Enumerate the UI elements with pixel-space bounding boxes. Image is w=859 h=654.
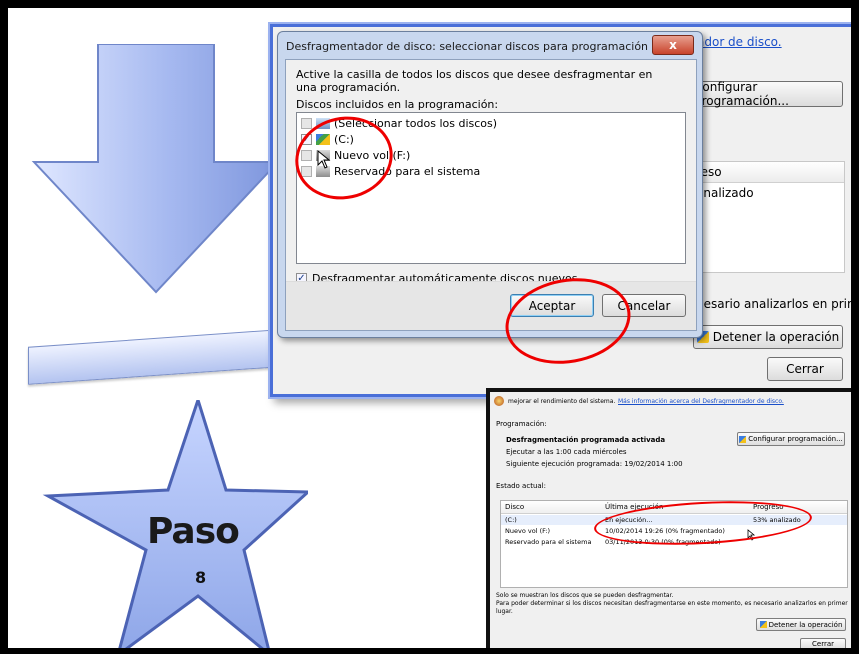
defrag-app-icon xyxy=(494,396,504,408)
schedule-next: Siguiente ejecución programada: 19/02/20… xyxy=(506,460,683,468)
note-line-3: lugar. xyxy=(496,608,513,615)
dialog-instruction: Active la casilla de todos los discos qu… xyxy=(296,68,653,94)
close-icon[interactable]: x xyxy=(652,35,694,55)
down-arrow-graphic xyxy=(31,44,281,294)
disk-list-label: Discos incluidos en la programación: xyxy=(296,98,499,111)
slide-canvas: Paso 8 ador de disco. Configurar program… xyxy=(8,8,851,648)
disk-table: reso analizado xyxy=(693,161,845,273)
schedule-heading: Programación: xyxy=(496,420,547,428)
configure-schedule-button[interactable]: Configurar programación... xyxy=(693,80,843,108)
step-label: Paso xyxy=(147,511,240,552)
configure-schedule-button[interactable]: Configurar programación... xyxy=(737,432,845,446)
disk-cell: (C:) xyxy=(505,516,517,524)
checkbox-select-all[interactable] xyxy=(301,118,312,129)
more-info-link[interactable]: Más información acerca del Desfragmentad… xyxy=(618,398,784,405)
disk-cell: Nuevo vol (F:) xyxy=(505,527,551,535)
close-button[interactable]: Cerrar xyxy=(767,357,843,381)
progress-column-header[interactable]: reso xyxy=(694,162,844,183)
configure-label: Configurar programación... xyxy=(748,435,843,443)
top-screenshot: ador de disco. Configurar programación..… xyxy=(270,24,851,397)
dialog-footer: Aceptar Cancelar xyxy=(286,281,696,330)
info-link[interactable]: ador de disco. xyxy=(697,35,782,49)
close-button[interactable]: Cerrar xyxy=(800,638,846,648)
note-line-1: Solo se muestran los discos que se puede… xyxy=(496,592,674,599)
progress-cell: analizado xyxy=(696,186,754,200)
state-heading: Estado actual: xyxy=(496,482,546,490)
disk-cell: Reservado para el sistema xyxy=(505,538,592,546)
shadow-bar-graphic xyxy=(28,329,280,385)
column-disk[interactable]: Disco xyxy=(505,501,524,513)
bottom-screenshot: mejorar el rendimiento del sistema. Más … xyxy=(486,388,851,648)
dialog-title: Desfragmentador de disco: seleccionar di… xyxy=(286,40,649,53)
stop-label: Detener la operación xyxy=(768,620,843,629)
note-line-2: Para poder determinar si los discos nece… xyxy=(496,600,848,607)
stop-operation-button[interactable]: Detener la operación xyxy=(693,325,843,349)
intro-text: mejorar el rendimiento del sistema. xyxy=(508,398,616,405)
schedule-run: Ejecutar a las 1:00 cada miércoles xyxy=(506,448,627,456)
shield-icon xyxy=(739,435,747,443)
analyze-note: cesario analizarlos en primer xyxy=(697,297,851,311)
stop-operation-button[interactable]: Detener la operación xyxy=(756,618,846,631)
schedule-status: Desfragmentación programada activada xyxy=(506,436,666,444)
shield-icon xyxy=(759,621,767,628)
stop-operation-label: Detener la operación xyxy=(712,330,840,344)
step-number: 8 xyxy=(195,568,207,587)
